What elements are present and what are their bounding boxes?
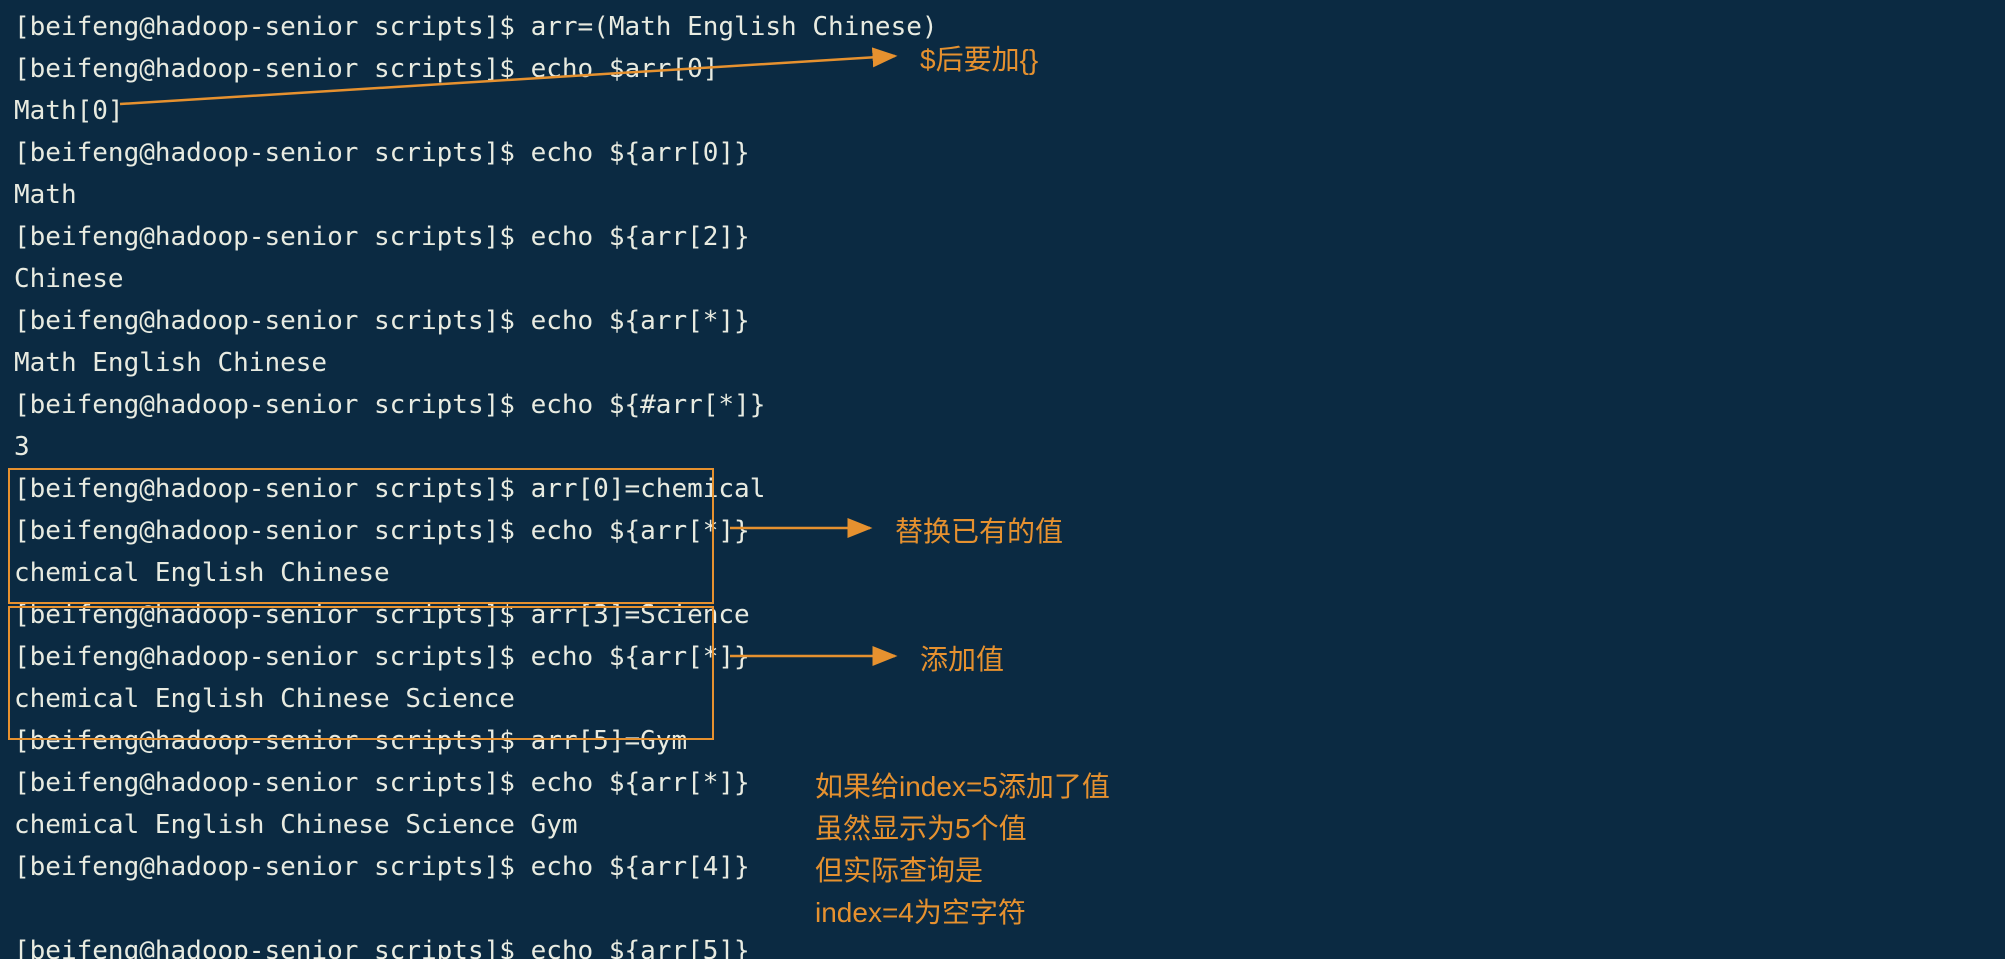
terminal-command-line: [beifeng@hadoop-senior scripts]$ echo ${… xyxy=(14,216,2005,258)
shell-command: echo ${arr[*]} xyxy=(531,642,750,672)
terminal-output-line: Math[0] xyxy=(14,90,2005,132)
annotation-index-gap-line2: 虽然显示为5个值 xyxy=(815,808,1110,850)
shell-command: echo ${#arr[*]} xyxy=(531,390,766,420)
annotation-need-braces: $后要加{} xyxy=(920,38,1038,78)
terminal-command-line: [beifeng@hadoop-senior scripts]$ echo ${… xyxy=(14,300,2005,342)
shell-command: arr[0]=chemical xyxy=(531,474,766,504)
annotation-replace-value: 替换已有的值 xyxy=(895,510,1063,550)
shell-command: echo ${arr[*]} xyxy=(531,768,750,798)
shell-prompt: [beifeng@hadoop-senior scripts]$ xyxy=(14,12,531,42)
shell-prompt: [beifeng@hadoop-senior scripts]$ xyxy=(14,768,531,798)
annotation-index-gap-line3: 但实际查询是 xyxy=(815,850,1110,892)
terminal-output-line: chemical English Chinese Science xyxy=(14,678,2005,720)
shell-command: echo ${arr[5]} xyxy=(531,936,750,959)
terminal-output-line: Math English Chinese xyxy=(14,342,2005,384)
shell-prompt: [beifeng@hadoop-senior scripts]$ xyxy=(14,936,531,959)
shell-prompt: [beifeng@hadoop-senior scripts]$ xyxy=(14,390,531,420)
shell-prompt: [beifeng@hadoop-senior scripts]$ xyxy=(14,642,531,672)
shell-prompt: [beifeng@hadoop-senior scripts]$ xyxy=(14,138,531,168)
shell-prompt: [beifeng@hadoop-senior scripts]$ xyxy=(14,474,531,504)
shell-command: echo ${arr[*]} xyxy=(531,306,750,336)
shell-prompt: [beifeng@hadoop-senior scripts]$ xyxy=(14,222,531,252)
shell-prompt: [beifeng@hadoop-senior scripts]$ xyxy=(14,600,531,630)
shell-command: arr[5]=Gym xyxy=(531,726,688,756)
shell-command: echo $arr[0] xyxy=(531,54,719,84)
shell-prompt: [beifeng@hadoop-senior scripts]$ xyxy=(14,54,531,84)
shell-command: echo ${arr[4]} xyxy=(531,852,750,882)
shell-command: arr=(Math English Chinese) xyxy=(531,12,938,42)
annotation-index-gap-line4: index=4为空字符 xyxy=(815,892,1110,934)
terminal-output-line: 3 xyxy=(14,426,2005,468)
shell-prompt: [beifeng@hadoop-senior scripts]$ xyxy=(14,306,531,336)
shell-prompt: [beifeng@hadoop-senior scripts]$ xyxy=(14,726,531,756)
annotation-index-gap: 如果给index=5添加了值 虽然显示为5个值 但实际查询是 index=4为空… xyxy=(815,766,1110,934)
annotation-index-gap-line1: 如果给index=5添加了值 xyxy=(815,766,1110,808)
terminal-command-line: [beifeng@hadoop-senior scripts]$ echo ${… xyxy=(14,132,2005,174)
terminal-output-line: Chinese xyxy=(14,258,2005,300)
shell-command: echo ${arr[2]} xyxy=(531,222,750,252)
annotation-append-value: 添加值 xyxy=(920,638,1004,678)
terminal-command-line: [beifeng@hadoop-senior scripts]$ echo ${… xyxy=(14,636,2005,678)
terminal-command-line: [beifeng@hadoop-senior scripts]$ arr[5]=… xyxy=(14,720,2005,762)
terminal-output-line: Math xyxy=(14,174,2005,216)
terminal-command-line: [beifeng@hadoop-senior scripts]$ arr[0]=… xyxy=(14,468,2005,510)
terminal-output-line: chemical English Chinese xyxy=(14,552,2005,594)
shell-command: echo ${arr[0]} xyxy=(531,138,750,168)
shell-command: echo ${arr[*]} xyxy=(531,516,750,546)
terminal-command-line: [beifeng@hadoop-senior scripts]$ echo ${… xyxy=(14,930,2005,959)
shell-prompt: [beifeng@hadoop-senior scripts]$ xyxy=(14,852,531,882)
terminal-command-line: [beifeng@hadoop-senior scripts]$ arr[3]=… xyxy=(14,594,2005,636)
shell-prompt: [beifeng@hadoop-senior scripts]$ xyxy=(14,516,531,546)
terminal-command-line: [beifeng@hadoop-senior scripts]$ echo ${… xyxy=(14,384,2005,426)
shell-command: arr[3]=Science xyxy=(531,600,750,630)
